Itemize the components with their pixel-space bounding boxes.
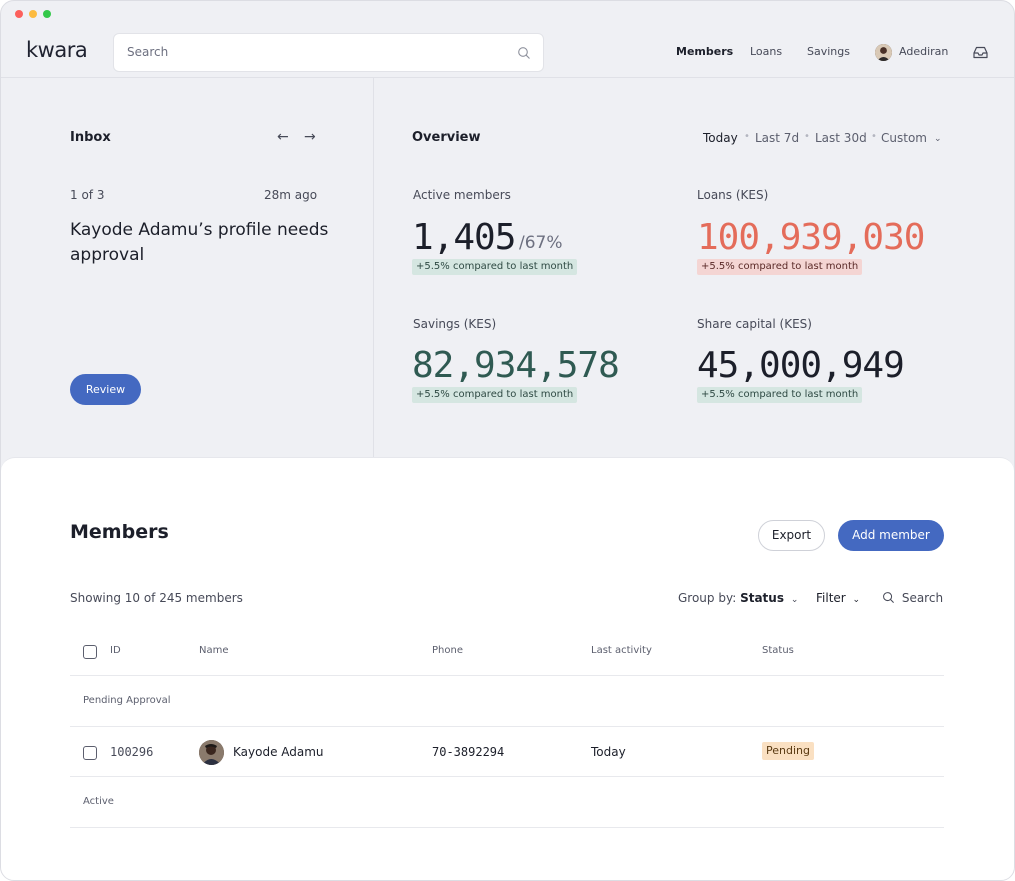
stat-label-savings: Savings (KES) <box>413 317 497 331</box>
app-window: kwara Search Members Loans Savings Adedi… <box>0 0 1015 881</box>
table-search-label: Search <box>901 591 944 605</box>
inbox-count: 1 of 3 <box>70 188 105 202</box>
member-id: 100296 <box>110 745 154 759</box>
member-name[interactable]: Kayode Adamu <box>233 745 324 759</box>
row-divider <box>70 776 944 777</box>
status-badge: Pending <box>762 742 814 760</box>
stat-label-loans: Loans (KES) <box>697 188 769 202</box>
group-by-label: Group by: <box>678 591 737 605</box>
panel-divider <box>373 78 374 458</box>
range-custom[interactable]: Custom <box>881 131 927 145</box>
stat-change-badge: +5.5% compared to last month <box>412 259 578 275</box>
stat-change-badge: +5.5% compared to last month <box>412 387 578 403</box>
row-checkbox[interactable] <box>83 746 97 760</box>
add-member-button[interactable]: Add member <box>838 520 944 551</box>
inbox-message: Kayode Adamu’s profile needs approval <box>70 220 329 265</box>
member-avatar <box>199 740 224 765</box>
filter-dropdown[interactable]: Filter ⌄ <box>816 591 860 605</box>
previous-arrow-icon[interactable]: ← <box>277 129 289 145</box>
chevron-down-icon: ⌄ <box>790 595 799 605</box>
filter-label: Filter <box>816 591 846 605</box>
inbox-time: 28m ago <box>264 188 318 202</box>
range-separator: • <box>744 131 750 142</box>
export-button[interactable]: Export <box>758 520 825 551</box>
members-card: Members Export Add member Showing 10 of … <box>1 457 1014 880</box>
overview-title: Overview <box>412 130 481 145</box>
nav-members[interactable]: Members <box>676 45 733 58</box>
column-header-phone[interactable]: Phone <box>432 645 463 656</box>
inbox-title: Inbox <box>70 130 111 145</box>
range-separator: • <box>871 131 877 142</box>
table-search[interactable]: Search <box>882 591 943 605</box>
stat-value-loans: 100,939,030 <box>697 217 925 258</box>
minimize-window-button[interactable] <box>29 10 37 18</box>
chevron-down-icon: ⌄ <box>852 595 861 605</box>
range-last-7d[interactable]: Last 7d <box>755 131 799 145</box>
chevron-down-icon[interactable]: ⌄ <box>934 134 942 144</box>
inbox-tray-icon[interactable] <box>973 46 988 59</box>
select-all-checkbox[interactable] <box>83 645 97 659</box>
maximize-window-button[interactable] <box>43 10 51 18</box>
member-phone: 70-3892294 <box>432 745 505 759</box>
stat-label-active-members: Active members <box>413 188 511 202</box>
review-button[interactable]: Review <box>70 374 141 405</box>
member-last-activity: Today <box>591 745 626 759</box>
user-avatar[interactable] <box>875 44 892 61</box>
column-header-name[interactable]: Name <box>199 645 229 656</box>
members-title: Members <box>70 521 169 543</box>
range-today[interactable]: Today <box>703 131 738 145</box>
user-name[interactable]: Adediran <box>899 45 948 58</box>
close-window-button[interactable] <box>15 10 23 18</box>
showing-count: Showing 10 of 245 members <box>70 591 243 605</box>
stat-value-share-capital: 45,000,949 <box>697 345 905 386</box>
stat-value-savings: 82,934,578 <box>412 345 620 386</box>
window-controls <box>15 10 51 18</box>
stat-suffix-active-members: /67% <box>519 233 563 253</box>
stat-value-active-members: 1,405 <box>412 217 516 258</box>
nav-loans[interactable]: Loans <box>750 45 782 58</box>
column-header-last-activity[interactable]: Last activity <box>591 645 652 656</box>
group-by-value: Status <box>740 591 784 605</box>
stat-change-badge: +5.5% compared to last month <box>697 259 863 275</box>
column-header-status[interactable]: Status <box>762 645 794 656</box>
next-arrow-icon[interactable]: → <box>304 129 316 145</box>
search-icon <box>883 592 894 603</box>
column-header-id[interactable]: ID <box>110 645 121 656</box>
search-icon <box>518 47 530 59</box>
range-separator: • <box>804 131 810 142</box>
group-label-pending-approval: Pending Approval <box>83 695 171 706</box>
search-input[interactable]: Search <box>113 33 544 72</box>
nav-savings[interactable]: Savings <box>807 45 850 58</box>
group-by-dropdown[interactable]: Group by: Status ⌄ <box>678 591 798 605</box>
row-divider <box>70 726 944 727</box>
row-divider <box>70 827 944 828</box>
range-last-30d[interactable]: Last 30d <box>815 131 867 145</box>
group-label-active: Active <box>83 796 114 807</box>
search-placeholder: Search <box>127 45 169 59</box>
row-divider <box>70 675 944 676</box>
stat-change-badge: +5.5% compared to last month <box>697 387 863 403</box>
app-logo[interactable]: kwara <box>26 38 88 62</box>
top-bar: kwara Search Members Loans Savings Adedi… <box>1 27 1014 78</box>
stat-label-share-capital: Share capital (KES) <box>697 317 812 331</box>
